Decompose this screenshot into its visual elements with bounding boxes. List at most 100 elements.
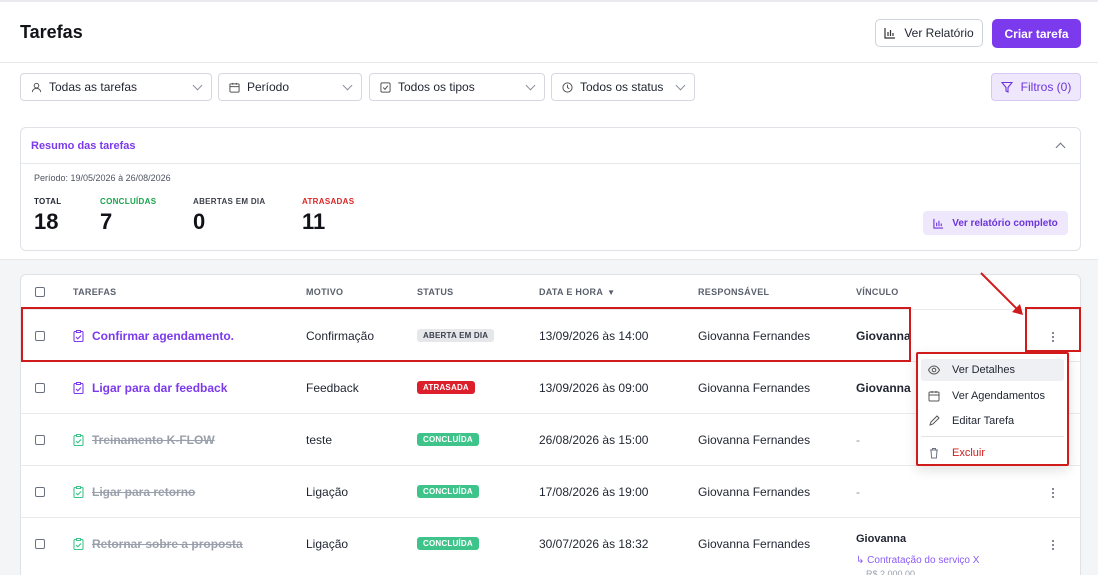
stat-completed-label: CONCLUÍDAS <box>100 197 157 206</box>
stat-open-label: ABERTAS EM DIA <box>193 197 266 206</box>
row-checkbox-cell[interactable] <box>35 414 45 465</box>
status-cell: CONCLUÍDA <box>417 466 479 517</box>
responsible-cell: Giovanna Fernandes <box>698 432 811 447</box>
view-report-button[interactable]: Ver Relatório <box>875 19 983 47</box>
menu-view-schedules[interactable]: Ver Agendamentos <box>921 385 1064 407</box>
stat-open-value: 0 <box>193 209 206 234</box>
task-cell[interactable]: Treinamento K-FLOW <box>73 414 215 465</box>
stat-completed: CONCLUÍDAS 7 <box>100 197 156 235</box>
filter-all-tasks-label: Todas as tarefas <box>49 80 138 94</box>
chevron-down-icon <box>192 80 203 90</box>
filter-types-label: Todos os tipos <box>398 80 475 94</box>
stat-completed-value: 7 <box>100 209 113 234</box>
chevron-down-icon <box>675 80 686 90</box>
column-header-data-label: DATA E HORA <box>539 287 604 297</box>
stat-overdue-value: 11 <box>302 209 326 234</box>
row-checkbox-cell[interactable] <box>35 466 45 517</box>
chevron-down-icon <box>342 80 353 90</box>
filter-all-tasks[interactable]: Todas as tarefas <box>20 73 212 101</box>
task-cell[interactable]: Ligar para retorno <box>73 466 195 517</box>
menu-divider <box>921 436 1064 437</box>
menu-edit-task[interactable]: Editar Tarefa <box>921 410 1064 432</box>
menu-view-details[interactable]: Ver Detalhes <box>921 359 1064 381</box>
full-report-label: Ver relatório completo <box>952 217 1058 229</box>
status-cell: ATRASADA <box>417 362 475 413</box>
row-checkbox[interactable] <box>35 486 45 497</box>
column-header-responsavel[interactable]: RESPONSÁVEL <box>698 275 769 309</box>
filter-period-label: Período <box>247 80 290 94</box>
clock-icon <box>562 81 573 93</box>
vinculo-cell[interactable]: Giovanna <box>856 362 911 413</box>
task-title[interactable]: Ligar para dar feedback <box>92 381 227 395</box>
trash-icon <box>930 448 938 459</box>
full-report-button[interactable]: Ver relatório completo <box>923 211 1068 235</box>
motivo-cell: teste <box>306 432 333 447</box>
calendar-icon <box>928 391 940 402</box>
page-title: Tarefas <box>20 22 83 42</box>
filter-status[interactable]: Todos os status <box>551 73 695 101</box>
row-actions-icon[interactable] <box>1052 540 1054 550</box>
filters-button[interactable]: Filtros (0) <box>991 73 1081 101</box>
row-actions-menu: Ver Detalhes Ver Agendamentos Editar Tar… <box>916 352 1069 466</box>
datetime-cell: 26/08/2026 às 15:00 <box>539 432 649 447</box>
table-row[interactable]: Retornar sobre a proposta Ligação CONCLUÍD… <box>21 517 1080 575</box>
motivo-cell: Feedback <box>306 380 359 395</box>
task-title[interactable]: Retornar sobre a proposta <box>92 537 243 551</box>
column-header-tarefas[interactable]: TAREFAS <box>73 275 116 309</box>
row-actions-icon[interactable] <box>1052 488 1054 498</box>
column-header-status[interactable]: STATUS <box>417 275 453 309</box>
stat-overdue: ATRASADAS 11 <box>302 197 354 235</box>
filter-types[interactable]: Todos os tipos <box>369 73 545 101</box>
stat-total-label: TOTAL <box>34 197 62 206</box>
vinculo-cell[interactable]: - <box>856 466 860 517</box>
task-title[interactable]: Treinamento K-FLOW <box>92 433 215 447</box>
stat-total: TOTAL 18 <box>34 197 61 235</box>
row-checkbox[interactable] <box>35 382 45 393</box>
vinculo-cell[interactable]: - <box>856 414 860 465</box>
column-header-data[interactable]: DATA E HORA ▼ <box>539 275 615 309</box>
vinculo-sub-link[interactable]: ↳ Contratação do serviço X <box>856 555 979 566</box>
column-header-vinculo[interactable]: VÍNCULO <box>856 275 899 309</box>
column-header-motivo[interactable]: MOTIVO <box>306 275 343 309</box>
annotation-arrow <box>980 272 1023 315</box>
status-badge: CONCLUÍDA <box>417 537 479 550</box>
eye-icon <box>928 365 940 375</box>
summary-period: Período: 19/05/2026 à 26/08/2026 <box>34 173 171 183</box>
chevron-up-icon[interactable] <box>1055 142 1066 153</box>
menu-view-details-label: Ver Detalhes <box>952 364 1015 376</box>
filter-status-label: Todos os status <box>580 80 664 94</box>
select-all-checkbox[interactable] <box>35 287 45 297</box>
status-badge: CONCLUÍDA <box>417 485 479 498</box>
table-row[interactable]: Ligar para retorno Ligação CONCLUÍDA 17/08/… <box>21 465 1080 517</box>
stat-open-on-time: ABERTAS EM DIA 0 <box>193 197 266 235</box>
menu-delete-task[interactable]: Excluir <box>921 442 1064 464</box>
filter-period[interactable]: Período <box>218 73 362 101</box>
status-cell: CONCLUÍDA <box>417 518 479 569</box>
row-checkbox-cell[interactable] <box>35 362 45 413</box>
vinculo-value: R$ 2.000,00 <box>866 569 916 575</box>
calendar-icon <box>229 82 240 93</box>
motivo-cell: Ligação <box>306 536 349 551</box>
filters-bar: Todas as tarefas Período Todos os tipos … <box>0 63 1098 113</box>
clipboard-check-icon <box>73 485 84 498</box>
summary-section: Resumo das tarefas Período: 19/05/2026 à… <box>0 113 1098 260</box>
menu-view-schedules-label: Ver Agendamentos <box>952 390 1045 402</box>
task-cell[interactable]: Retornar sobre a proposta <box>73 518 243 569</box>
task-title[interactable]: Ligar para retorno <box>92 485 195 499</box>
stat-total-value: 18 <box>34 209 59 234</box>
row-checkbox[interactable] <box>35 538 45 549</box>
view-report-label: Ver Relatório <box>904 26 974 40</box>
motivo-cell: Ligação <box>306 484 349 499</box>
task-cell[interactable]: Ligar para dar feedback <box>73 362 227 413</box>
row-checkbox-cell[interactable] <box>35 518 45 569</box>
select-all-cell[interactable] <box>35 275 45 309</box>
create-task-button[interactable]: Criar tarefa <box>992 19 1081 48</box>
row-checkbox[interactable] <box>35 434 45 445</box>
vinculo-cell[interactable]: Giovanna <box>856 533 906 545</box>
menu-delete-task-label: Excluir <box>952 447 986 459</box>
menu-edit-task-label: Editar Tarefa <box>952 415 1015 427</box>
summary-header[interactable]: Resumo das tarefas <box>21 128 1080 164</box>
status-cell: CONCLUÍDA <box>417 414 479 465</box>
clipboard-check-icon <box>73 537 84 550</box>
status-badge: ATRASADA <box>417 381 475 394</box>
